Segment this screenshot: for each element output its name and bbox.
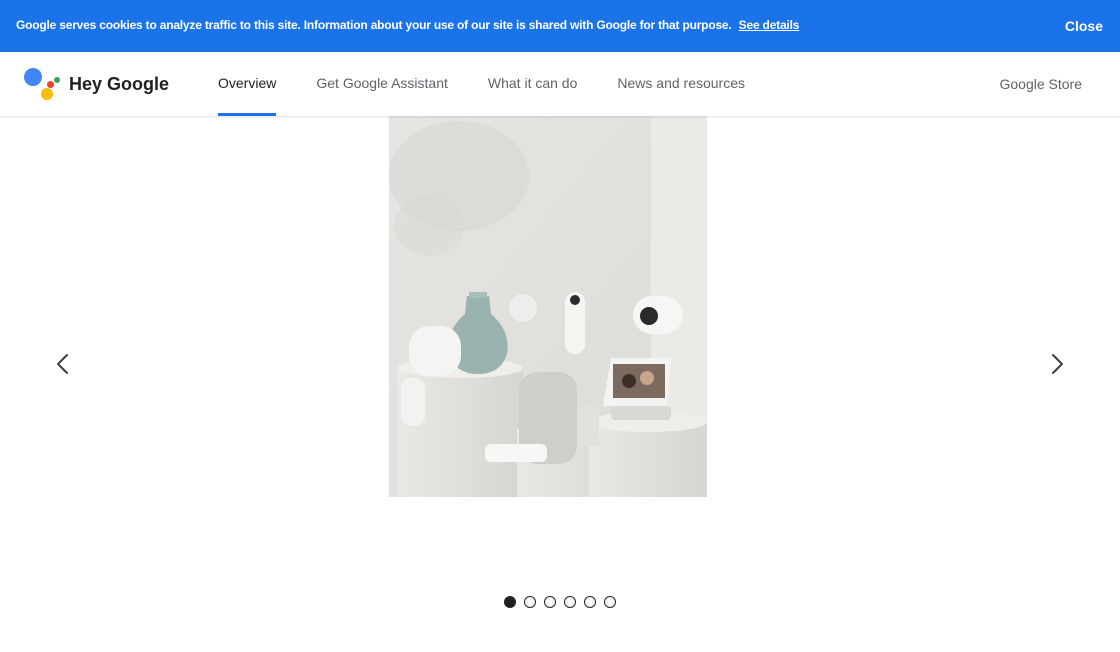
chevron-left-icon bbox=[57, 354, 68, 374]
carousel-dot-1[interactable] bbox=[504, 596, 516, 608]
chevron-right-icon bbox=[1052, 354, 1063, 374]
hey-google-logo[interactable]: Hey Google bbox=[24, 67, 174, 101]
google-store-link[interactable]: Google Store bbox=[1000, 52, 1083, 116]
top-navigation: Hey Google Overview Get Google Assistant… bbox=[0, 52, 1120, 116]
carousel-next-button[interactable] bbox=[1041, 348, 1073, 380]
carousel-dot-3[interactable] bbox=[544, 596, 556, 608]
tab-news-and-resources[interactable]: News and resources bbox=[617, 52, 745, 116]
tab-overview[interactable]: Overview bbox=[218, 52, 277, 116]
google-assistant-icon bbox=[24, 67, 62, 101]
brand-name: Hey Google bbox=[69, 74, 170, 94]
carousel-prev-button[interactable] bbox=[47, 348, 79, 380]
cookie-message-row: Google serves cookies to analyze traffic… bbox=[16, 18, 799, 32]
see-details-link[interactable]: See details bbox=[739, 18, 800, 32]
logo-dot-green bbox=[54, 77, 60, 83]
tab-get-google-assistant[interactable]: Get Google Assistant bbox=[316, 52, 448, 116]
smart-home-devices-illustration bbox=[389, 116, 707, 497]
carousel-dot-4[interactable] bbox=[564, 596, 576, 608]
cookie-close-button[interactable]: Close bbox=[1065, 18, 1103, 34]
carousel-dot-2[interactable] bbox=[524, 596, 536, 608]
cookie-message: Google serves cookies to analyze traffic… bbox=[16, 18, 732, 32]
product-carousel bbox=[0, 116, 1120, 652]
tab-what-it-can-do[interactable]: What it can do bbox=[488, 52, 578, 116]
logo-dot-red bbox=[47, 81, 54, 88]
carousel-pagination bbox=[504, 596, 624, 608]
cookie-banner: Google serves cookies to analyze traffic… bbox=[0, 0, 1120, 52]
carousel-dot-5[interactable] bbox=[584, 596, 596, 608]
logo-dot-blue bbox=[24, 68, 42, 86]
carousel-dot-6[interactable] bbox=[604, 596, 616, 608]
nav-tabs: Overview Get Google Assistant What it ca… bbox=[218, 52, 785, 116]
logo-dot-yellow bbox=[41, 88, 53, 100]
carousel-slide-image bbox=[389, 116, 707, 497]
